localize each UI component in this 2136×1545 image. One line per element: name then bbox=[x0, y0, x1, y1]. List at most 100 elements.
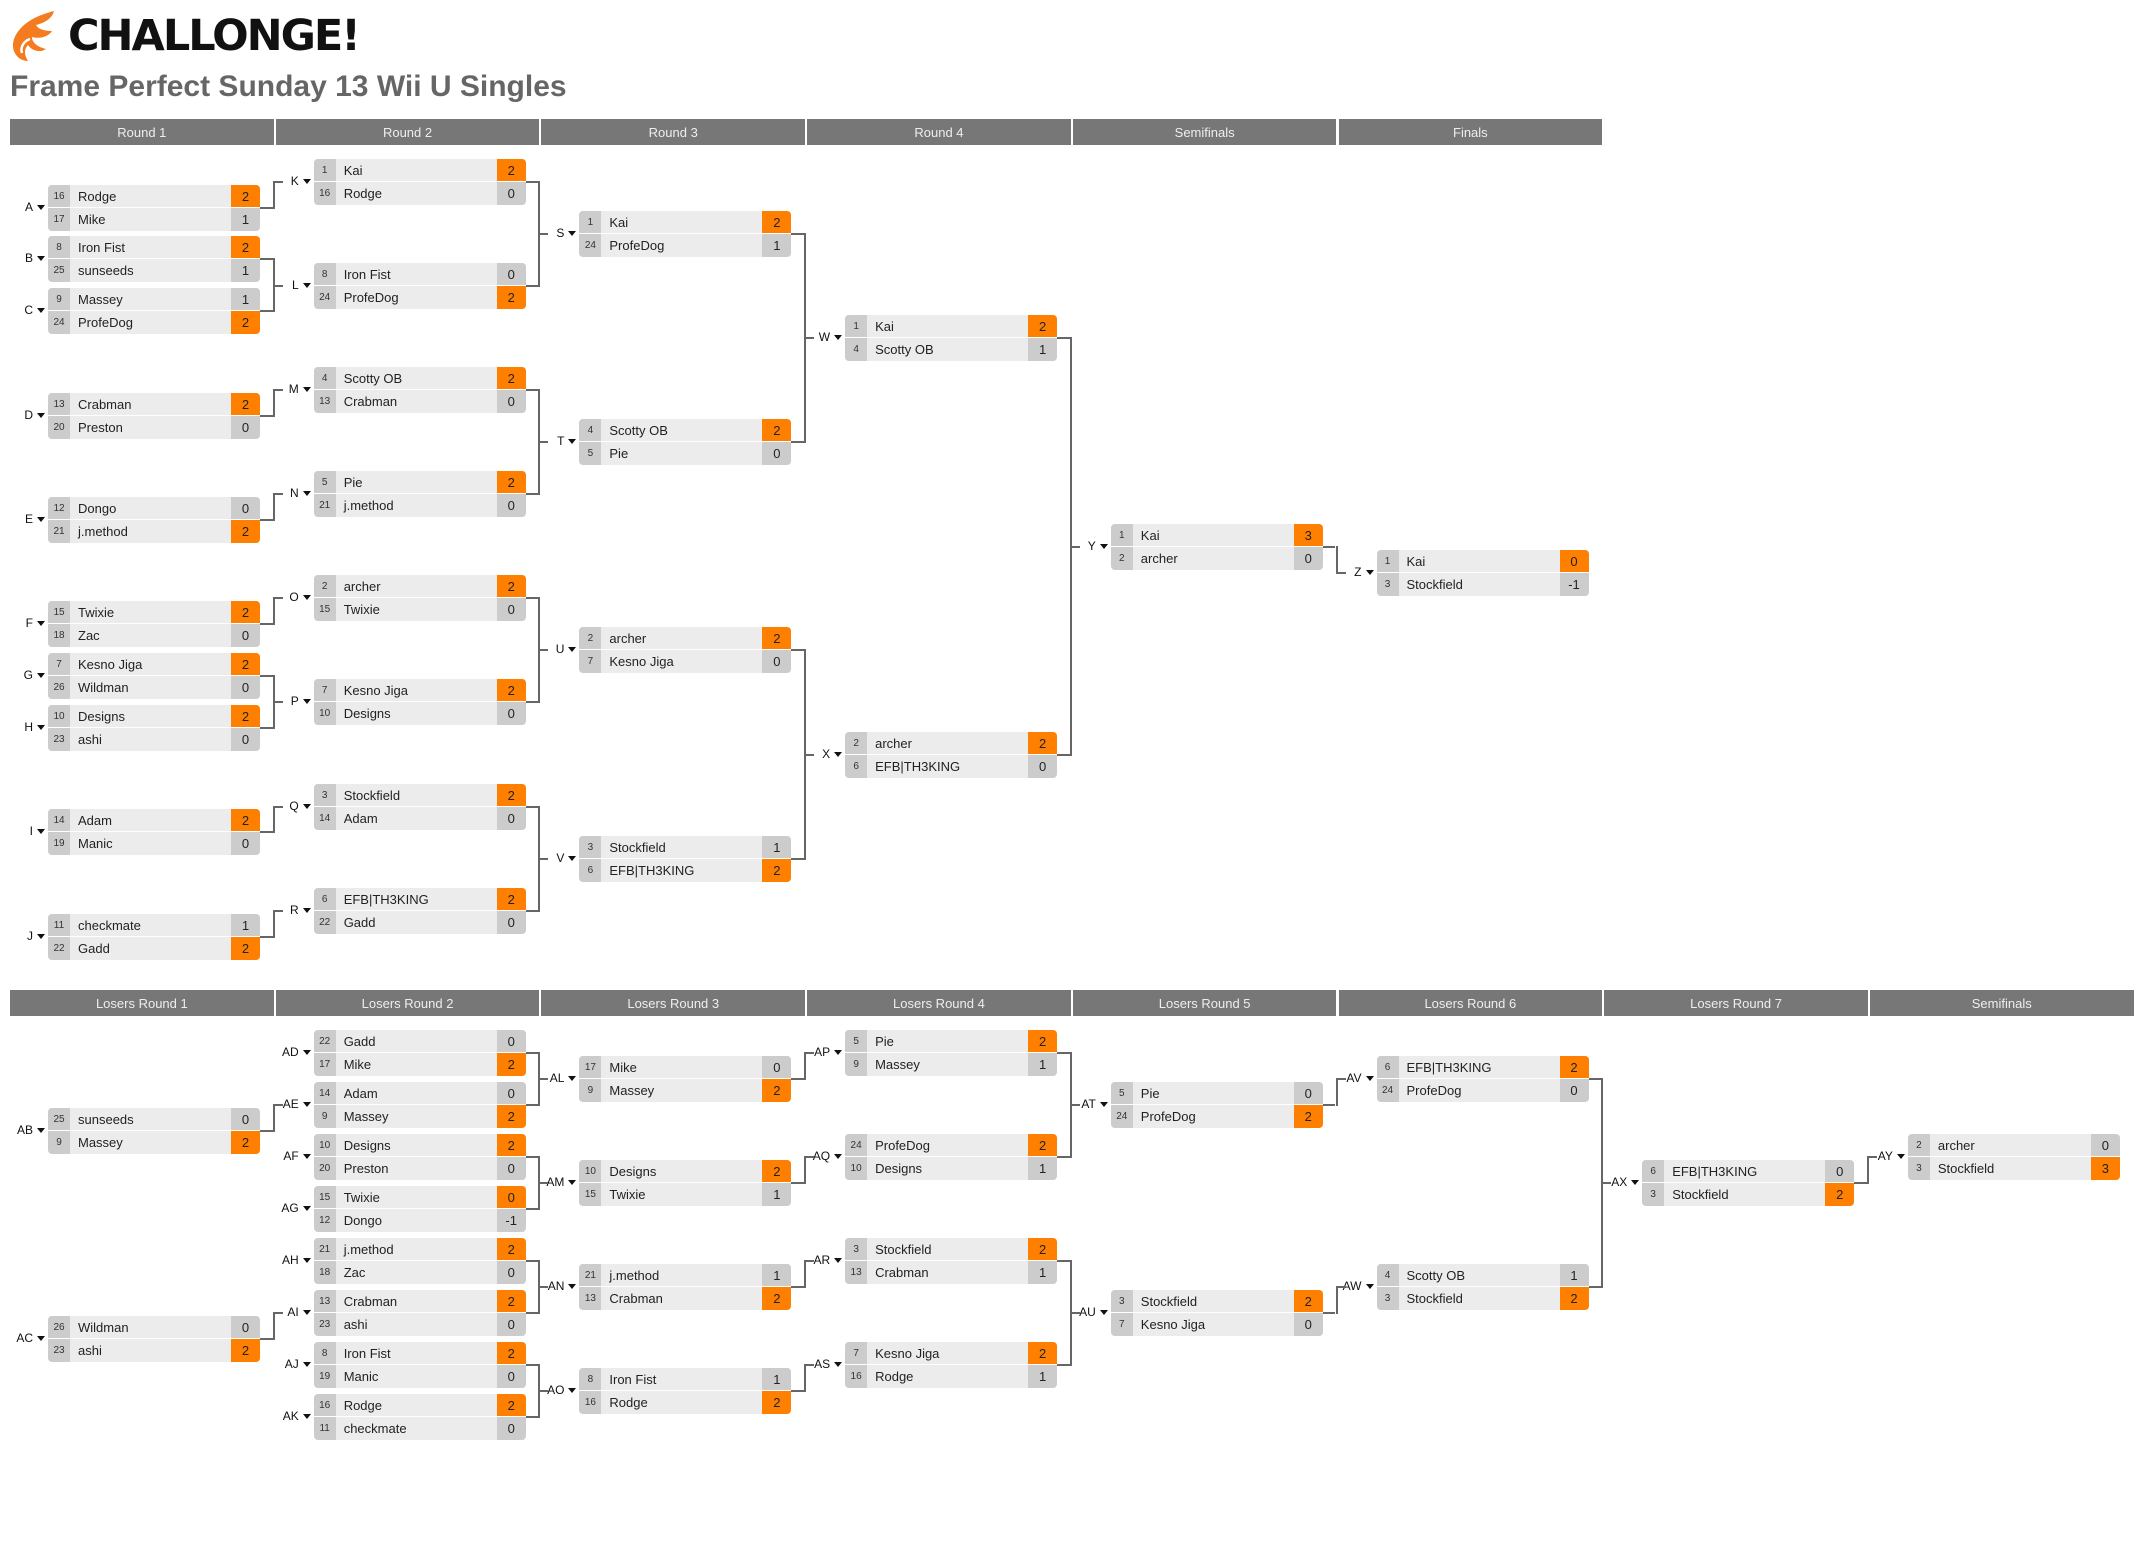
match-card[interactable]: 6 EFB|TH3KING 2 22 Gadd 0 bbox=[313, 888, 526, 934]
caret-down-icon[interactable] bbox=[302, 386, 311, 392]
player-row[interactable]: 2 archer 0 bbox=[1907, 1134, 2120, 1157]
player-row[interactable]: 2 archer 2 bbox=[313, 575, 526, 598]
player-row[interactable]: 7 Kesno Jiga 0 bbox=[579, 650, 792, 673]
caret-down-icon[interactable] bbox=[834, 1153, 843, 1159]
match-card[interactable]: 6 EFB|TH3KING 0 3 Stockfield 2 bbox=[1642, 1160, 1855, 1206]
player-row[interactable]: 4 Scotty OB 2 bbox=[579, 419, 792, 442]
caret-down-icon[interactable] bbox=[302, 178, 311, 184]
player-row[interactable]: 4 Scotty OB 2 bbox=[313, 367, 526, 390]
match-label-ad[interactable]: AD bbox=[282, 1045, 311, 1059]
caret-down-icon[interactable] bbox=[302, 907, 311, 913]
player-row[interactable]: 7 Kesno Jiga 0 bbox=[1110, 1313, 1323, 1336]
caret-down-icon[interactable] bbox=[302, 1309, 311, 1315]
match-card[interactable]: 15 Twixie 0 12 Dongo -1 bbox=[313, 1186, 526, 1232]
caret-down-icon[interactable] bbox=[834, 1049, 843, 1055]
caret-down-icon[interactable] bbox=[37, 724, 45, 730]
match-label-p[interactable]: P bbox=[291, 694, 311, 708]
player-row[interactable]: 21 j.method 2 bbox=[48, 520, 260, 543]
match-card[interactable]: 11 checkmate 1 22 Gadd 2 bbox=[48, 914, 260, 960]
match-label-av[interactable]: AV bbox=[1346, 1071, 1374, 1085]
player-row[interactable]: 13 Crabman 2 bbox=[313, 1290, 526, 1313]
caret-down-icon[interactable] bbox=[37, 255, 45, 261]
player-row[interactable]: 22 Gadd 2 bbox=[48, 937, 260, 960]
match-card[interactable]: 5 Pie 2 9 Massey 1 bbox=[845, 1030, 1058, 1076]
caret-down-icon[interactable] bbox=[1365, 1075, 1374, 1081]
player-row[interactable]: 17 Mike 2 bbox=[313, 1053, 526, 1076]
match-label-ae[interactable]: AE bbox=[283, 1097, 311, 1111]
player-row[interactable]: 21 j.method 0 bbox=[313, 494, 526, 517]
caret-down-icon[interactable] bbox=[37, 204, 45, 210]
match-label-n[interactable]: N bbox=[290, 486, 311, 500]
match-label-w[interactable]: W bbox=[819, 330, 843, 344]
match-label-m[interactable]: M bbox=[289, 382, 311, 396]
player-row[interactable]: 16 Rodge 2 bbox=[579, 1391, 792, 1414]
player-row[interactable]: 10 Designs 2 bbox=[48, 705, 260, 728]
match-card[interactable]: 13 Crabman 2 23 ashi 0 bbox=[313, 1290, 526, 1336]
player-row[interactable]: 5 Pie 0 bbox=[579, 442, 792, 465]
match-card[interactable]: 4 Scotty OB 2 5 Pie 0 bbox=[579, 419, 792, 465]
player-row[interactable]: 20 Preston 0 bbox=[313, 1157, 526, 1180]
player-row[interactable]: 13 Crabman 0 bbox=[313, 390, 526, 413]
player-row[interactable]: 8 Iron Fist 1 bbox=[579, 1368, 792, 1391]
player-row[interactable]: 16 Rodge 1 bbox=[845, 1365, 1058, 1388]
match-label-j[interactable]: J bbox=[27, 929, 45, 943]
match-card[interactable]: 4 Scotty OB 2 13 Crabman 0 bbox=[313, 367, 526, 413]
caret-down-icon[interactable] bbox=[37, 307, 45, 313]
player-row[interactable]: 13 Crabman 2 bbox=[579, 1287, 792, 1310]
player-row[interactable]: 19 Manic 0 bbox=[313, 1365, 526, 1388]
caret-down-icon[interactable] bbox=[302, 1257, 311, 1263]
caret-down-icon[interactable] bbox=[302, 1205, 311, 1211]
caret-down-icon[interactable] bbox=[302, 490, 311, 496]
match-card[interactable]: 22 Gadd 0 17 Mike 2 bbox=[313, 1030, 526, 1076]
match-label-v[interactable]: V bbox=[556, 851, 577, 865]
match-label-ay[interactable]: AY bbox=[1878, 1149, 1905, 1163]
caret-down-icon[interactable] bbox=[37, 1335, 45, 1341]
match-card[interactable]: 24 ProfeDog 2 10 Designs 1 bbox=[845, 1134, 1058, 1180]
player-row[interactable]: 16 Rodge 0 bbox=[313, 182, 526, 205]
match-card[interactable]: 1 Kai 0 3 Stockfield -1 bbox=[1376, 550, 1589, 596]
player-row[interactable]: 2 archer 2 bbox=[845, 732, 1058, 755]
match-label-aq[interactable]: AQ bbox=[813, 1149, 843, 1163]
match-label-ak[interactable]: AK bbox=[283, 1409, 311, 1423]
caret-down-icon[interactable] bbox=[834, 1257, 843, 1263]
match-card[interactable]: 1 Kai 2 24 ProfeDog 1 bbox=[579, 211, 792, 257]
match-card[interactable]: 5 Pie 0 24 ProfeDog 2 bbox=[1110, 1082, 1323, 1128]
player-row[interactable]: 12 Dongo -1 bbox=[313, 1209, 526, 1232]
match-card[interactable]: 9 Massey 1 24 ProfeDog 2 bbox=[48, 288, 260, 334]
match-label-o[interactable]: O bbox=[289, 590, 311, 604]
player-row[interactable]: 2 archer 0 bbox=[1110, 547, 1323, 570]
match-label-at[interactable]: AT bbox=[1081, 1097, 1108, 1111]
match-card[interactable]: 7 Kesno Jiga 2 16 Rodge 1 bbox=[845, 1342, 1058, 1388]
player-row[interactable]: 9 Massey 1 bbox=[845, 1053, 1058, 1076]
match-card[interactable]: 21 j.method 1 13 Crabman 2 bbox=[579, 1264, 792, 1310]
caret-down-icon[interactable] bbox=[568, 230, 577, 236]
match-label-ah[interactable]: AH bbox=[282, 1253, 311, 1267]
player-row[interactable]: 6 EFB|TH3KING 0 bbox=[1642, 1160, 1855, 1183]
match-card[interactable]: 8 Iron Fist 2 25 sunseeds 1 bbox=[48, 236, 260, 282]
caret-down-icon[interactable] bbox=[302, 1413, 311, 1419]
player-row[interactable]: 23 ashi 0 bbox=[48, 728, 260, 751]
match-card[interactable]: 25 sunseeds 0 9 Massey 2 bbox=[48, 1108, 260, 1154]
match-label-ax[interactable]: AX bbox=[1611, 1175, 1640, 1189]
match-card[interactable]: 8 Iron Fist 1 16 Rodge 2 bbox=[579, 1368, 792, 1414]
player-row[interactable]: 1 Kai 0 bbox=[1376, 550, 1589, 573]
match-label-r[interactable]: R bbox=[290, 903, 311, 917]
match-label-t[interactable]: T bbox=[557, 434, 577, 448]
match-label-ap[interactable]: AP bbox=[814, 1045, 843, 1059]
caret-down-icon[interactable] bbox=[302, 1153, 311, 1159]
caret-down-icon[interactable] bbox=[1099, 543, 1108, 549]
player-row[interactable]: 22 Gadd 0 bbox=[313, 1030, 526, 1053]
match-label-aj[interactable]: AJ bbox=[285, 1357, 311, 1371]
player-row[interactable]: 23 ashi 2 bbox=[48, 1339, 260, 1362]
match-label-ao[interactable]: AO bbox=[547, 1383, 577, 1397]
caret-down-icon[interactable] bbox=[302, 1361, 311, 1367]
caret-down-icon[interactable] bbox=[302, 1049, 311, 1055]
caret-down-icon[interactable] bbox=[834, 334, 843, 340]
player-row[interactable]: 14 Adam 2 bbox=[48, 809, 260, 832]
match-card[interactable]: 7 Kesno Jiga 2 26 Wildman 0 bbox=[48, 653, 260, 699]
player-row[interactable]: 9 Massey 2 bbox=[313, 1105, 526, 1128]
player-row[interactable]: 24 ProfeDog 2 bbox=[313, 286, 526, 309]
caret-down-icon[interactable] bbox=[1631, 1179, 1640, 1185]
match-card[interactable]: 5 Pie 2 21 j.method 0 bbox=[313, 471, 526, 517]
match-label-z[interactable]: Z bbox=[1354, 565, 1374, 579]
